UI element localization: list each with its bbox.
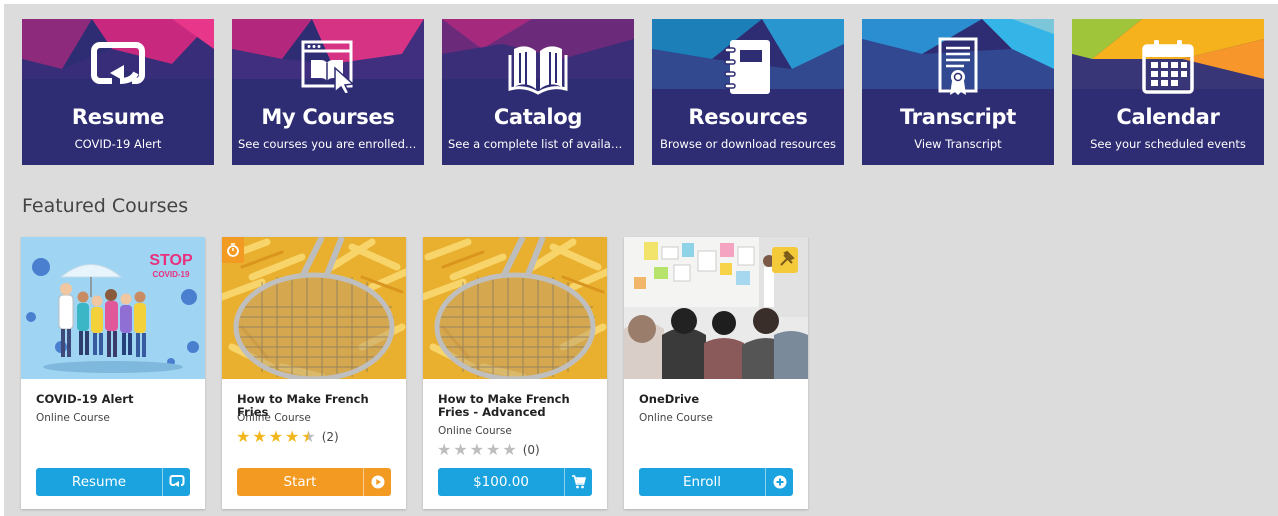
tile-title: Calendar — [1116, 105, 1220, 129]
course-card-french-fries-advanced[interactable]: How to Make French Fries - Advanced Onli… — [423, 237, 607, 509]
course-card-covid[interactable]: STOP COVID-19 COVID-19 Alert Online Cour… — [21, 237, 205, 509]
featured-courses-heading: Featured Courses — [22, 195, 189, 217]
button-label: Resume — [71, 474, 127, 490]
enroll-button[interactable]: Enroll — [639, 468, 793, 496]
tile-title: My Courses — [261, 105, 395, 129]
course-name[interactable]: OneDrive — [639, 393, 798, 406]
tile-title: Transcript — [899, 105, 1017, 129]
tile-transcript[interactable]: Transcript View Transcript — [862, 19, 1054, 165]
star-icon: ★ — [469, 440, 485, 459]
star-icon: ★ — [437, 440, 452, 459]
pin-icon — [772, 247, 798, 273]
tile-calendar[interactable]: Calendar See your scheduled events — [1072, 19, 1264, 165]
star-icon: ★ — [252, 427, 267, 446]
star-icon: ★ — [285, 427, 300, 446]
featured-courses-list: STOP COVID-19 COVID-19 Alert Online Cour… — [21, 237, 808, 509]
course-thumbnail — [624, 237, 808, 379]
content-panel: Resume COVID-19 Alert My Courses See cou… — [4, 4, 1278, 516]
my-courses-icon — [298, 37, 358, 97]
course-name[interactable]: COVID-19 Alert — [36, 393, 195, 406]
timer-icon — [222, 237, 244, 263]
start-button[interactable]: Start — [237, 468, 391, 496]
tile-catalog[interactable]: Catalog See a complete list of available… — [442, 19, 634, 165]
play-icon — [363, 468, 391, 496]
button-label: Enroll — [682, 474, 722, 490]
rating-count: (0) — [522, 443, 540, 457]
rating-count: (2) — [321, 430, 339, 444]
tile-subtitle: See courses you are enrolled in — [238, 137, 418, 151]
cart-icon — [564, 468, 592, 496]
tile-title: Resources — [688, 105, 808, 129]
notebook-icon — [718, 37, 778, 97]
course-thumbnail: STOP COVID-19 — [21, 237, 205, 379]
star-icon: ★ — [453, 440, 468, 459]
course-type: Online Course — [36, 412, 110, 424]
star-icon: ★ — [486, 440, 501, 459]
course-type: Online Course — [237, 412, 311, 424]
resume-icon — [88, 37, 148, 97]
tile-title: Catalog — [493, 105, 583, 129]
button-label: Start — [283, 474, 317, 490]
course-type: Online Course — [639, 412, 713, 424]
tile-my-courses[interactable]: My Courses See courses you are enrolled … — [232, 19, 424, 165]
book-icon — [508, 37, 568, 97]
resume-button[interactable]: Resume — [36, 468, 190, 496]
plus-circle-icon — [765, 468, 793, 496]
course-thumbnail — [423, 237, 607, 379]
tile-subtitle: See a complete list of available c... — [448, 137, 628, 151]
course-thumbnail — [222, 237, 406, 379]
tile-title: Resume — [71, 105, 165, 129]
course-type: Online Course — [438, 425, 512, 437]
course-rating: ★ ★ ★ ★ ★ (0) — [437, 442, 540, 458]
tile-subtitle: Browse or download resources — [660, 137, 836, 151]
tile-subtitle: See your scheduled events — [1090, 137, 1246, 151]
star-icon: ★ — [502, 440, 517, 459]
course-card-onedrive[interactable]: OneDrive Online Course Enroll — [624, 237, 808, 509]
star-icon: ★ — [268, 427, 284, 446]
quick-links: Resume COVID-19 Alert My Courses See cou… — [22, 19, 1264, 165]
certificate-icon — [928, 37, 988, 97]
course-rating: ★ ★ ★ ★ ★ (2) — [236, 429, 339, 445]
thumb-stop-text: STOP — [149, 252, 193, 269]
calendar-icon — [1138, 37, 1198, 97]
half-star-icon: ★ — [301, 427, 316, 446]
thumb-covid-text: COVID-19 — [153, 270, 190, 279]
star-icon: ★ — [236, 427, 251, 446]
tile-subtitle: View Transcript — [914, 137, 1002, 151]
resume-icon — [162, 468, 190, 496]
tile-resources[interactable]: Resources Browse or download resources — [652, 19, 844, 165]
course-name[interactable]: How to Make French Fries - Advanced — [438, 393, 597, 419]
tile-subtitle: COVID-19 Alert — [74, 137, 162, 151]
course-card-french-fries[interactable]: How to Make French Fries Online Course ★… — [222, 237, 406, 509]
price-button[interactable]: $100.00 — [438, 468, 592, 496]
tile-resume[interactable]: Resume COVID-19 Alert — [22, 19, 214, 165]
button-label: $100.00 — [473, 474, 529, 490]
